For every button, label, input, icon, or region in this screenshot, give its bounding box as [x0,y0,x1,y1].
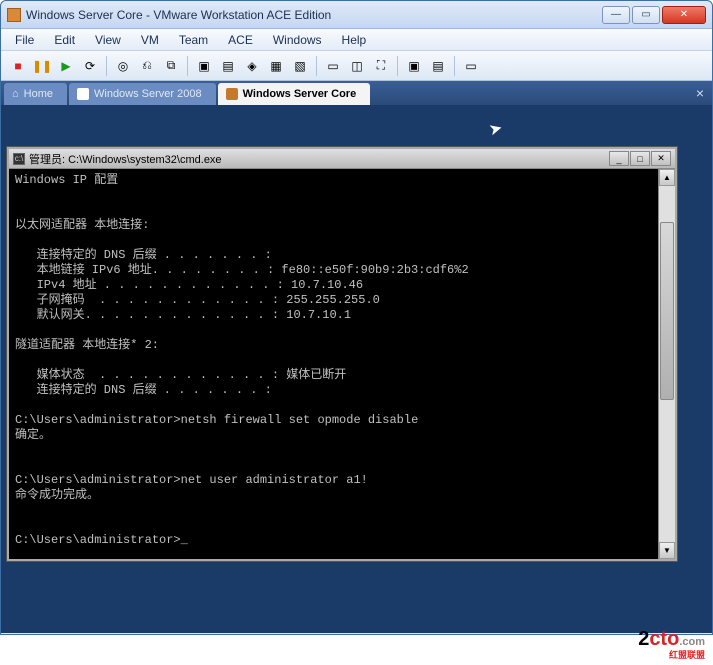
cmd-titlebar[interactable]: c:\ 管理员: C:\Windows\system32\cmd.exe _ □… [9,149,675,169]
window-title: Windows Server Core - VMware Workstation… [26,8,602,22]
cmd-close-button[interactable]: ✕ [651,151,671,166]
power-off-button[interactable]: ■ [7,55,29,77]
vm-icon [77,88,89,100]
view-3[interactable]: ▣ [403,55,425,77]
vmware-window: Windows Server Core - VMware Workstation… [0,0,713,635]
fullscreen-button[interactable]: ⛶ [370,55,392,77]
minimize-button[interactable]: — [602,6,630,24]
menu-team[interactable]: Team [169,31,218,49]
home-icon: ⌂ [12,88,19,100]
titlebar[interactable]: Windows Server Core - VMware Workstation… [1,1,712,29]
separator [187,56,188,76]
separator [106,56,107,76]
watermark: 2cto.com 红盟联盟 [638,628,705,661]
scroll-down-button[interactable]: ▼ [659,542,675,559]
vm-icon [226,88,238,100]
tool-5[interactable]: ▧ [289,55,311,77]
tool-4[interactable]: ▦ [265,55,287,77]
cmd-maximize-button[interactable]: □ [630,151,650,166]
tool-2[interactable]: ▤ [217,55,239,77]
cmd-output[interactable]: Windows IP 配置 以太网适配器 本地连接: 连接特定的 DNS 后缀 … [9,169,658,559]
menu-view[interactable]: View [85,31,131,49]
maximize-button[interactable]: ▭ [632,6,660,24]
tab-close-button[interactable]: × [696,85,704,101]
scrollbar[interactable]: ▲ ▼ [658,169,675,559]
revert-button[interactable]: ⎌ [136,55,158,77]
app-icon [7,8,21,22]
tab-label: Home [24,88,53,100]
scroll-thumb[interactable] [660,222,674,400]
cmd-icon: c:\ [13,153,25,165]
mouse-cursor-icon: ➤ [487,118,505,141]
menu-edit[interactable]: Edit [44,31,85,49]
reset-button[interactable]: ⟳ [79,55,101,77]
tab-servercore[interactable]: Windows Server Core [218,83,371,105]
separator [397,56,398,76]
tab-label: Windows Server 2008 [94,88,202,100]
tabbar: ⌂ Home Windows Server 2008 Windows Serve… [1,81,712,105]
view-2[interactable]: ◫ [346,55,368,77]
tab-ws2008[interactable]: Windows Server 2008 [69,83,216,105]
view-5[interactable]: ▭ [460,55,482,77]
manage-button[interactable]: ⧉ [160,55,182,77]
cmd-title: 管理员: C:\Windows\system32\cmd.exe [29,151,609,167]
view-1[interactable]: ▭ [322,55,344,77]
vm-console[interactable]: ➤ c:\ 管理员: C:\Windows\system32\cmd.exe _… [1,105,712,633]
tab-home[interactable]: ⌂ Home [4,83,67,105]
tool-3[interactable]: ◈ [241,55,263,77]
menu-windows[interactable]: Windows [263,31,332,49]
menu-ace[interactable]: ACE [218,31,263,49]
scroll-up-button[interactable]: ▲ [659,169,675,186]
view-4[interactable]: ▤ [427,55,449,77]
separator [316,56,317,76]
menu-file[interactable]: File [5,31,44,49]
cmd-window: c:\ 管理员: C:\Windows\system32\cmd.exe _ □… [7,147,677,561]
close-button[interactable]: ✕ [662,6,706,24]
tool-1[interactable]: ▣ [193,55,215,77]
tab-label: Windows Server Core [243,88,357,100]
power-on-button[interactable]: ▶ [55,55,77,77]
scroll-track[interactable] [659,186,675,542]
cmd-minimize-button[interactable]: _ [609,151,629,166]
separator [454,56,455,76]
menu-vm[interactable]: VM [131,31,169,49]
menubar: File Edit View VM Team ACE Windows Help [1,29,712,51]
suspend-button[interactable]: ❚❚ [31,55,53,77]
toolbar: ■ ❚❚ ▶ ⟳ ◎ ⎌ ⧉ ▣ ▤ ◈ ▦ ▧ ▭ ◫ ⛶ ▣ ▤ ▭ [1,51,712,81]
snapshot-button[interactable]: ◎ [112,55,134,77]
menu-help[interactable]: Help [332,31,377,49]
